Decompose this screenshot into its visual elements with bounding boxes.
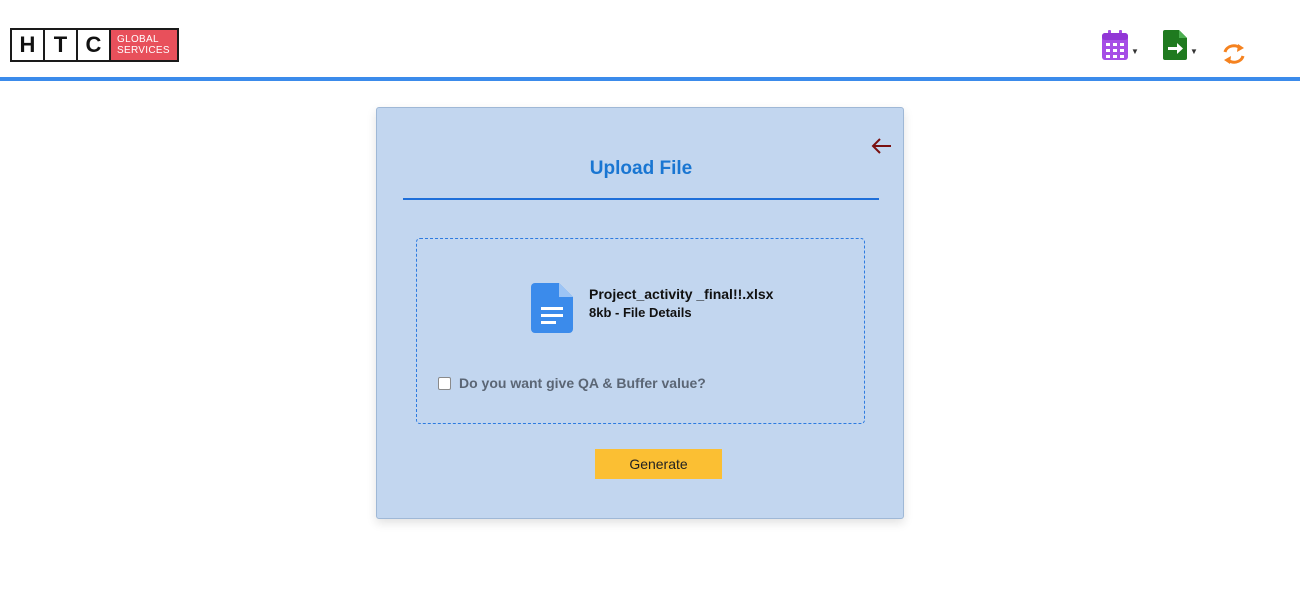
refresh-button[interactable] — [1221, 33, 1247, 65]
chevron-down-icon: ▼ — [1131, 47, 1139, 56]
refresh-icon — [1223, 44, 1245, 64]
logo-brand-text: GLOBAL SERVICES — [111, 30, 177, 60]
chevron-down-icon: ▼ — [1190, 47, 1198, 56]
logo-letter-h: H — [12, 30, 45, 60]
calendar-icon — [1102, 30, 1128, 60]
logo-letter-t: T — [45, 30, 78, 60]
htc-logo: H T C GLOBAL SERVICES — [10, 28, 179, 62]
arrow-left-icon[interactable] — [869, 136, 893, 156]
header-divider — [0, 77, 1300, 81]
logo-brand-line1: GLOBAL — [117, 34, 159, 45]
title-divider — [403, 198, 879, 200]
qa-buffer-option[interactable]: Do you want give QA & Buffer value? — [438, 375, 706, 391]
file-export-icon — [1163, 30, 1187, 60]
upload-title: Upload File — [589, 158, 693, 179]
file-dropzone[interactable]: Project_activity _final!!.xlsx 8kb - Fil… — [416, 238, 865, 424]
top-header: H T C GLOBAL SERVICES ▼ ▼ — [0, 0, 1300, 77]
file-details: 8kb - File Details — [589, 305, 692, 320]
document-icon — [531, 283, 573, 333]
file-name: Project_activity _final!!.xlsx — [589, 286, 774, 302]
export-menu-button[interactable]: ▼ — [1163, 28, 1198, 60]
calendar-menu-button[interactable]: ▼ — [1102, 28, 1139, 60]
qa-buffer-label: Do you want give QA & Buffer value? — [459, 375, 706, 391]
upload-card: Upload File Project_activity _final!!.xl… — [376, 107, 904, 519]
logo-brand-line2: SERVICES — [117, 45, 170, 56]
generate-button[interactable]: Generate — [595, 449, 722, 479]
qa-buffer-checkbox[interactable] — [438, 376, 451, 390]
logo-letter-c: C — [78, 30, 111, 60]
